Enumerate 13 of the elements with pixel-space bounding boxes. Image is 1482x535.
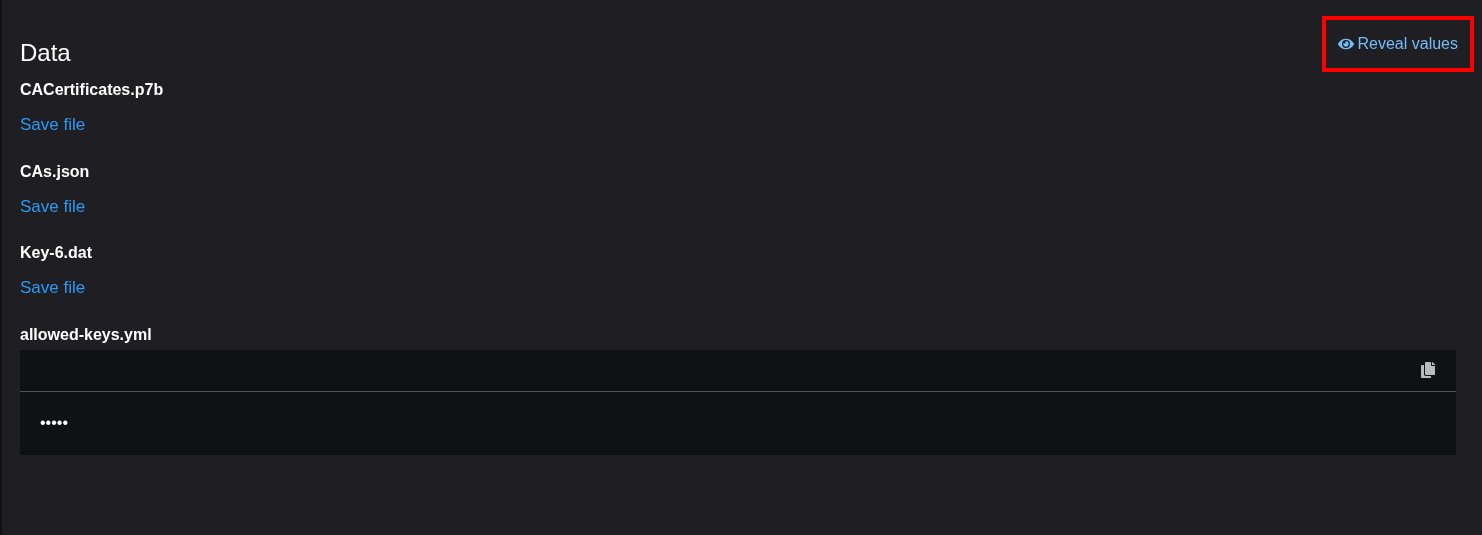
eye-icon [1337,36,1354,52]
file-name: Key-6.dat [20,243,94,263]
reveal-values-button[interactable]: Reveal values [1337,32,1458,56]
masked-value: ••••• [40,413,68,433]
section-title: Data [20,38,71,68]
save-file-link[interactable]: Save file [20,275,86,301]
copy-button[interactable] [1420,362,1436,378]
save-file-link[interactable]: Save file [20,112,86,138]
copy-icon [1420,362,1436,378]
file-name: allowed-keys.yml [20,324,153,345]
file-name: CACertificates.p7b [20,80,165,100]
save-file-link[interactable]: Save file [20,193,86,219]
file-name: CAs.json [20,161,91,182]
